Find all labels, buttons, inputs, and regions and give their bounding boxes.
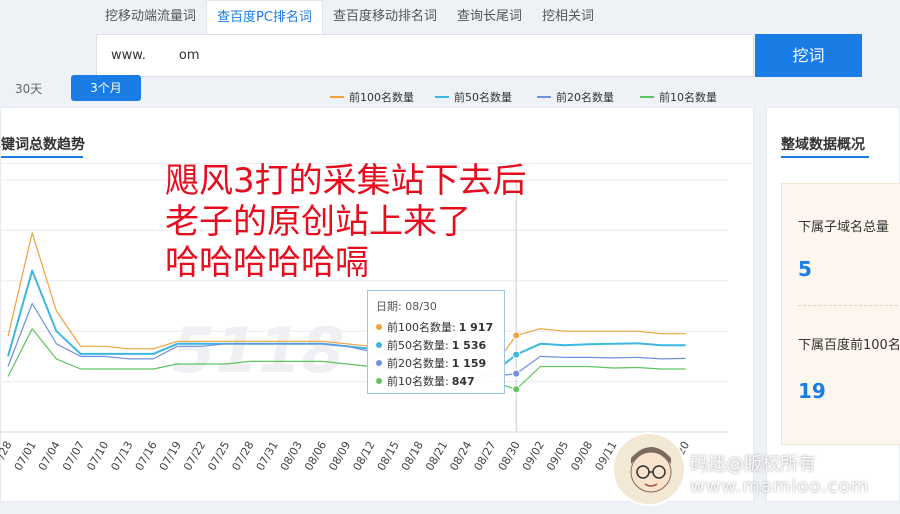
x-tick-label: 08/24 xyxy=(447,439,474,473)
tooltip-value: 847 xyxy=(451,374,475,388)
legend-item-top50[interactable]: 前50名数量 xyxy=(435,89,512,105)
legend-label: 前10名数量 xyxy=(659,91,717,104)
series-hover-point xyxy=(512,331,521,340)
tooltip-dot xyxy=(376,360,382,366)
overview-title-underline xyxy=(781,156,869,158)
x-tick-label: 09/05 xyxy=(544,439,571,473)
x-tick-label: 08/18 xyxy=(399,439,426,473)
legend-label: 前20名数量 xyxy=(556,91,614,104)
legend-item-top10[interactable]: 前10名数量 xyxy=(640,89,717,105)
domain-input[interactable] xyxy=(97,35,753,76)
x-tick-label: 07/22 xyxy=(181,439,208,473)
x-tick-label: 07/25 xyxy=(205,439,232,473)
legend-swatch xyxy=(537,96,551,98)
watermark-url: www.mamioo.com xyxy=(690,476,870,497)
x-tick-label: 09/02 xyxy=(520,439,547,473)
series-hover-point xyxy=(512,350,521,359)
tooltip-label: 前100名数量: xyxy=(387,321,456,334)
legend-swatch xyxy=(330,96,344,98)
tooltip-row-top20: 前20名数量: 1 159 xyxy=(376,354,496,372)
series-hover-point xyxy=(512,385,521,394)
tab-mobile-traffic-words[interactable]: 挖移动端流量词 xyxy=(95,0,206,34)
x-tick-label: 09/08 xyxy=(568,439,595,473)
legend-label: 前100名数量 xyxy=(349,91,414,104)
tooltip-label: 前10名数量: xyxy=(387,375,449,388)
tooltip-row-top50: 前50名数量: 1 536 xyxy=(376,336,496,354)
x-tick-label: 08/03 xyxy=(278,439,305,473)
series-line-3[interactable] xyxy=(7,302,686,378)
watermark-avatar-icon xyxy=(612,432,686,506)
tooltip-row-top100: 前100名数量: 1 917 xyxy=(376,318,496,336)
x-tick-label: 08/27 xyxy=(471,439,498,473)
overview-separator xyxy=(798,305,900,306)
top100-count-value[interactable]: 19 xyxy=(798,379,826,403)
x-tick-label: 07/31 xyxy=(254,439,281,473)
tab-bar: 挖移动端流量词 查百度PC排名词 查百度移动排名词 查询长尾词 挖相关词 xyxy=(95,0,604,34)
annotation-line: 飓风3打的采集站下去后 xyxy=(165,161,527,201)
overview-title: 整域数据概况 xyxy=(781,137,865,153)
x-tick-label: 07/28 xyxy=(229,439,256,473)
legend-label: 前50名数量 xyxy=(454,91,512,104)
range-3-months-button[interactable]: 3个月 xyxy=(71,75,141,101)
top100-count-label: 下属百度前100名 xyxy=(798,338,900,353)
tooltip-label: 前50名数量: xyxy=(387,339,449,352)
tooltip-row-top10: 前10名数量: 847 xyxy=(376,372,496,390)
tab-baidu-mobile-rank-words[interactable]: 查百度移动排名词 xyxy=(323,0,447,34)
red-annotation-text: 飓风3打的采集站下去后 老子的原创站上来了 哈哈哈哈哈嗝 xyxy=(165,162,527,285)
chart-background-watermark: 5118 xyxy=(172,314,345,387)
x-tick-label: 08/15 xyxy=(375,439,402,473)
search-box xyxy=(96,34,754,77)
annotation-line: 哈哈哈哈哈嗝 xyxy=(165,243,369,283)
x-tick-label: 07/07 xyxy=(60,439,87,473)
legend-item-top20[interactable]: 前20名数量 xyxy=(537,89,614,105)
domain-overview-panel: 整域数据概况 下属子域名总量 5 下属百度前100名 19 xyxy=(766,107,900,502)
chart-tooltip: 日期: 08/30 前100名数量: 1 917 前50名数量: 1 536 前… xyxy=(367,290,505,394)
subdomain-count-label: 下属子域名总量 xyxy=(798,220,890,235)
tab-related-words[interactable]: 挖相关词 xyxy=(532,0,604,34)
tooltip-value: 1 536 xyxy=(451,338,487,352)
x-tick-label: 08/12 xyxy=(350,439,377,473)
tab-long-tail-words[interactable]: 查询长尾词 xyxy=(447,0,532,34)
tooltip-label: 前20名数量: xyxy=(387,357,449,370)
x-tick-label: 07/10 xyxy=(84,439,111,473)
x-tick-label: /28 xyxy=(0,439,15,461)
x-tick-label: 07/19 xyxy=(157,439,184,473)
tab-baidu-pc-rank-words[interactable]: 查百度PC排名词 xyxy=(206,0,323,34)
annotation-line: 老子的原创站上来了 xyxy=(165,202,471,242)
tooltip-dot xyxy=(376,378,382,384)
x-tick-label: 08/21 xyxy=(423,439,450,473)
x-tick-label: 07/01 xyxy=(12,439,39,473)
series-hover-point xyxy=(512,369,521,378)
tooltip-value: 1 159 xyxy=(451,356,487,370)
tooltip-dot xyxy=(376,342,382,348)
x-tick-label: 08/09 xyxy=(326,439,353,473)
legend-swatch xyxy=(640,96,654,98)
dig-words-button[interactable]: 挖词 xyxy=(755,34,862,77)
tooltip-value: 1 917 xyxy=(458,320,494,334)
tooltip-date: 日期: 08/30 xyxy=(376,300,437,313)
series-line-4[interactable] xyxy=(7,328,686,390)
range-30-days-button[interactable]: 30天 xyxy=(15,80,42,97)
legend-swatch xyxy=(435,96,449,98)
x-tick-label: 07/04 xyxy=(36,439,63,473)
x-tick-label: 08/06 xyxy=(302,439,329,473)
overview-card: 下属子域名总量 5 下属百度前100名 19 xyxy=(781,183,900,445)
series-line-2[interactable] xyxy=(7,269,686,375)
watermark-copyright: 码迷@版权所有 xyxy=(690,454,816,475)
x-tick-label: 08/30 xyxy=(496,439,523,473)
subdomain-count-value[interactable]: 5 xyxy=(798,257,812,281)
tooltip-dot xyxy=(376,324,382,330)
x-tick-label: 07/16 xyxy=(133,439,160,473)
x-tick-label: 07/13 xyxy=(108,439,135,473)
legend-item-top100[interactable]: 前100名数量 xyxy=(330,89,414,105)
